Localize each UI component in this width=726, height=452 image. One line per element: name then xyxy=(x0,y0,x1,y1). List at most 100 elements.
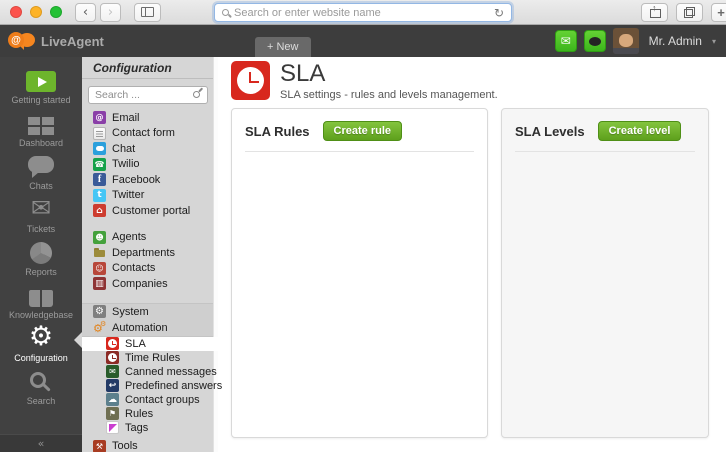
configuration-panel-title: Configuration xyxy=(82,57,213,79)
app-header: @ LiveAgent + New Mr. Admin xyxy=(0,25,726,57)
sidebar-item-label: Getting started xyxy=(11,95,70,105)
config-item-facebook[interactable]: Facebook xyxy=(82,172,213,188)
user-menu[interactable]: Mr. Admin xyxy=(649,34,702,48)
config-item-label: Contacts xyxy=(112,262,155,274)
contact-form-icon xyxy=(93,127,106,140)
config-item-label: Email xyxy=(112,112,140,124)
back-button[interactable]: ‹ xyxy=(75,3,96,22)
sidebar-item-chats[interactable]: Chats xyxy=(0,148,82,191)
contacts-icon xyxy=(93,262,106,275)
share-button[interactable] xyxy=(641,3,668,22)
new-browser-tab-button[interactable]: + xyxy=(711,3,726,22)
config-item-label: Facebook xyxy=(112,174,160,186)
new-ticket-tab[interactable]: + New xyxy=(255,37,311,57)
config-item-tags[interactable]: Tags xyxy=(82,421,213,435)
customer-portal-icon xyxy=(93,204,106,217)
search-icon xyxy=(222,9,229,16)
sidebar-toggle-icon xyxy=(141,7,154,17)
minimize-window-button[interactable] xyxy=(30,6,42,18)
sla-rules-panel: SLA Rules Create rule xyxy=(231,108,488,438)
book-icon xyxy=(29,290,53,307)
browser-toolbar: ‹ › + xyxy=(0,0,726,25)
chat-icon xyxy=(93,142,106,155)
share-icon xyxy=(649,7,660,18)
pie-chart-icon xyxy=(30,242,52,264)
forward-button[interactable]: › xyxy=(100,3,121,22)
tab-overview-button[interactable] xyxy=(676,3,703,22)
config-item-twitter[interactable]: Twitter xyxy=(82,188,213,204)
config-item-chat[interactable]: Chat xyxy=(82,141,213,157)
sidebar-item-reports[interactable]: Reports xyxy=(0,234,82,277)
configuration-panel: Configuration Email Contact form Chat xyxy=(82,57,218,452)
config-item-tools[interactable]: Tools xyxy=(82,439,213,452)
reload-icon[interactable] xyxy=(494,7,504,19)
config-item-contact-groups[interactable]: Contact groups xyxy=(82,393,213,407)
close-window-button[interactable] xyxy=(10,6,22,18)
chat-notifications-button[interactable] xyxy=(584,30,606,52)
scrollbar-track[interactable] xyxy=(213,57,218,452)
config-group-system: System Automation xyxy=(82,303,213,337)
gear-icon xyxy=(29,323,53,350)
config-item-companies[interactable]: Companies xyxy=(82,276,213,292)
config-item-automation[interactable]: Automation xyxy=(82,320,213,336)
config-item-label: Predefined answers xyxy=(125,380,222,392)
sidebar-item-configuration[interactable]: Configuration xyxy=(0,320,82,363)
config-item-label: System xyxy=(112,306,149,318)
config-item-contacts[interactable]: Contacts xyxy=(82,261,213,277)
address-bar[interactable] xyxy=(214,3,512,22)
config-item-email[interactable]: Email xyxy=(82,110,213,126)
magnifier-icon xyxy=(30,372,46,388)
mail-notifications-button[interactable] xyxy=(555,30,577,52)
user-avatar[interactable] xyxy=(613,28,639,54)
create-level-button[interactable]: Create level xyxy=(598,121,682,141)
config-item-label: Twilio xyxy=(112,158,140,170)
search-icon xyxy=(193,91,200,98)
sidebar-item-tickets[interactable]: Tickets xyxy=(0,191,82,234)
config-item-time-rules[interactable]: Time Rules xyxy=(82,351,213,365)
sidebar-toggle-button[interactable] xyxy=(134,3,161,22)
config-item-rules[interactable]: Rules xyxy=(82,407,213,421)
sidebar-item-dashboard[interactable]: Dashboard xyxy=(0,105,82,148)
chevron-down-icon[interactable] xyxy=(712,37,716,46)
config-search-input[interactable] xyxy=(88,86,208,104)
config-group-people: Agents Departments Contacts Companies xyxy=(82,230,213,292)
config-group-tools: Tools xyxy=(82,439,213,452)
sidebar-item-label: Knowledgebase xyxy=(9,310,73,320)
tags-icon xyxy=(106,421,119,434)
config-item-label: Chat xyxy=(112,143,135,155)
sidebar-item-label: Reports xyxy=(25,267,57,277)
config-item-system[interactable]: System xyxy=(82,304,213,320)
system-gear-icon xyxy=(93,305,106,318)
sidebar-item-label: Chats xyxy=(29,181,53,191)
panel-title: SLA Levels xyxy=(515,124,585,139)
config-item-departments[interactable]: Departments xyxy=(82,245,213,261)
collapse-sidebar-button[interactable]: « xyxy=(0,434,82,452)
create-rule-button[interactable]: Create rule xyxy=(323,121,402,141)
url-input[interactable] xyxy=(234,7,489,19)
config-item-agents[interactable]: Agents xyxy=(82,230,213,246)
twilio-icon xyxy=(93,158,106,171)
config-item-label: Companies xyxy=(112,278,168,290)
config-item-contact-form[interactable]: Contact form xyxy=(82,126,213,142)
sidebar-item-label: Search xyxy=(27,396,56,406)
sla-levels-panel: SLA Levels Create level xyxy=(501,108,709,438)
sidebar-item-getting-started[interactable]: Getting started xyxy=(0,62,82,105)
sidebar-item-knowledgebase[interactable]: Knowledgebase xyxy=(0,277,82,320)
config-item-customer-portal[interactable]: Customer portal xyxy=(82,203,213,219)
config-item-label: Contact groups xyxy=(125,394,200,406)
config-item-canned-messages[interactable]: Canned messages xyxy=(82,365,213,379)
config-item-twilio[interactable]: Twilio xyxy=(82,157,213,173)
main-sidebar: Getting started Dashboard Chats Tickets … xyxy=(0,57,82,452)
play-icon xyxy=(26,71,56,92)
zoom-window-button[interactable] xyxy=(50,6,62,18)
config-item-label: Tags xyxy=(125,422,148,434)
active-section-pointer xyxy=(74,332,82,348)
twitter-icon xyxy=(93,189,106,202)
config-item-predefined-answers[interactable]: Predefined answers xyxy=(82,379,213,393)
config-group-channels: Email Contact form Chat Twilio Facebook xyxy=(82,110,213,219)
config-item-label: SLA xyxy=(125,338,146,350)
email-icon xyxy=(93,111,106,124)
sidebar-item-search[interactable]: Search xyxy=(0,363,82,406)
config-item-sla[interactable]: SLA xyxy=(82,337,218,351)
sidebar-item-label: Dashboard xyxy=(19,138,63,148)
